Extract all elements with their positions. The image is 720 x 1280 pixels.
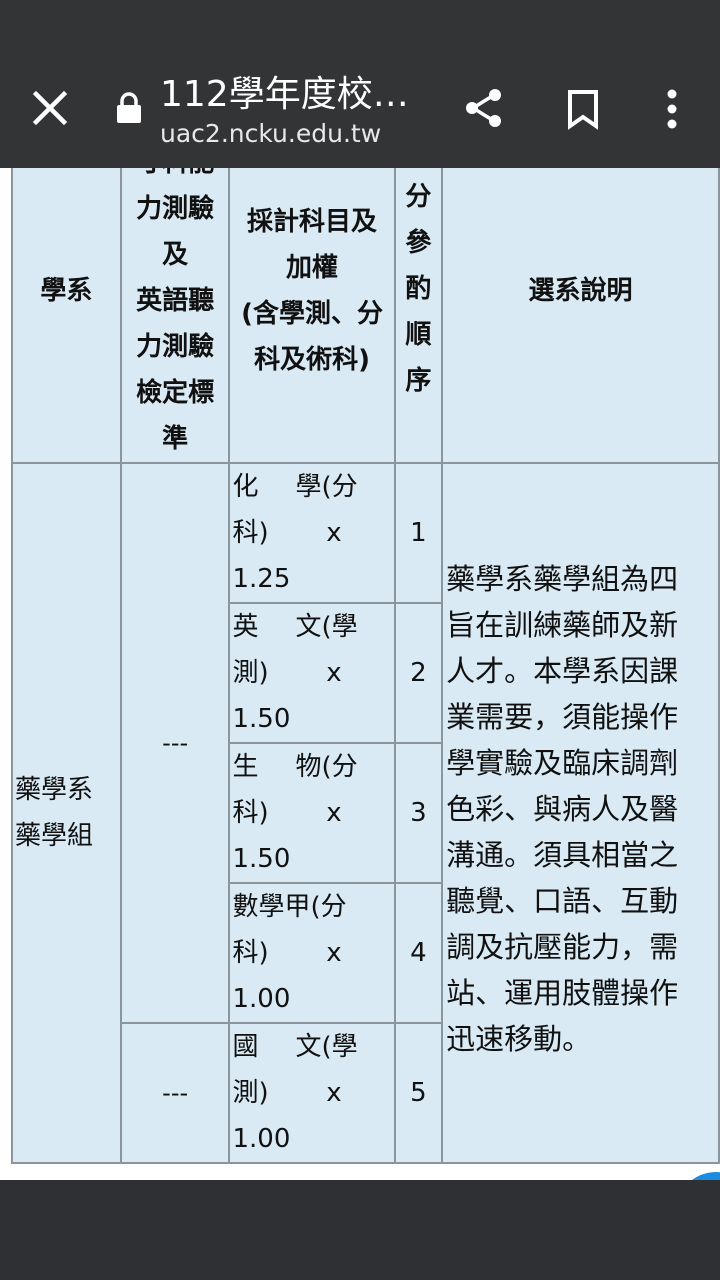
table-header-row: 學系 寸科能 力測驗 及 英語聽 力測驗 檢定標 準 採計科目及 加權 (含學測… [11,168,720,464]
tie-break-order: 3 [393,742,444,884]
page-url[interactable]: uac2.ncku.edu.tw [160,118,381,150]
header-description: 選系說明 [441,168,720,464]
header-order: 同 分 參 酌 順 序 [393,168,444,464]
bookmark-icon[interactable] [564,88,602,130]
tie-break-order: 5 [393,1022,444,1164]
page-title[interactable]: 112學年度校… [160,72,428,118]
tie-break-order: 4 [393,882,444,1024]
subject-weight: 國文(學 測) x 1.00 [228,1022,396,1164]
ability-criteria: --- [119,462,231,1024]
subject-weight: 化學(分 科) x 1.25 [228,462,396,604]
table-row: 藥學系 藥學組 --- 化學(分 科) x 1.25 1 藥學系藥學組為四 旨在訓… [11,462,720,1164]
subject-weight: 數學甲(分 科) x 1.00 [228,882,396,1024]
web-content: 學系 寸科能 力測驗 及 英語聽 力測驗 檢定標 準 採計科目及 加權 (含學測… [0,168,720,1180]
tie-break-order: 2 [393,602,444,744]
close-icon[interactable] [30,88,70,128]
bottom-navigation-area [0,1180,720,1280]
share-icon[interactable] [462,86,506,130]
subject-weight: 英文(學 測) x 1.50 [228,602,396,744]
header-ability-test: 寸科能 力測驗 及 英語聽 力測驗 檢定標 準 [119,168,231,464]
lock-icon [117,92,141,123]
more-vert-icon[interactable] [660,88,684,130]
header-subjects: 採計科目及 加權 (含學測、分 科及術科) [228,168,396,464]
ability-criteria: --- [119,1022,231,1164]
admission-table: 學系 寸科能 力測驗 及 英語聽 力測驗 檢定標 準 採計科目及 加權 (含學測… [11,168,720,1164]
header-dept: 學系 [11,168,122,464]
selection-description: 藥學系藥學組為四 旨在訓練藥師及新 人才。本學系因課 業需要，須能操作 學實驗及… [441,462,720,1164]
browser-toolbar: 112學年度校… uac2.ncku.edu.tw [0,0,720,168]
subject-weight: 生物(分 科) x 1.50 [228,742,396,884]
dept-name: 藥學系 藥學組 [11,462,122,1164]
tie-break-order: 1 [393,462,444,604]
floating-action-button[interactable] [676,1172,720,1180]
